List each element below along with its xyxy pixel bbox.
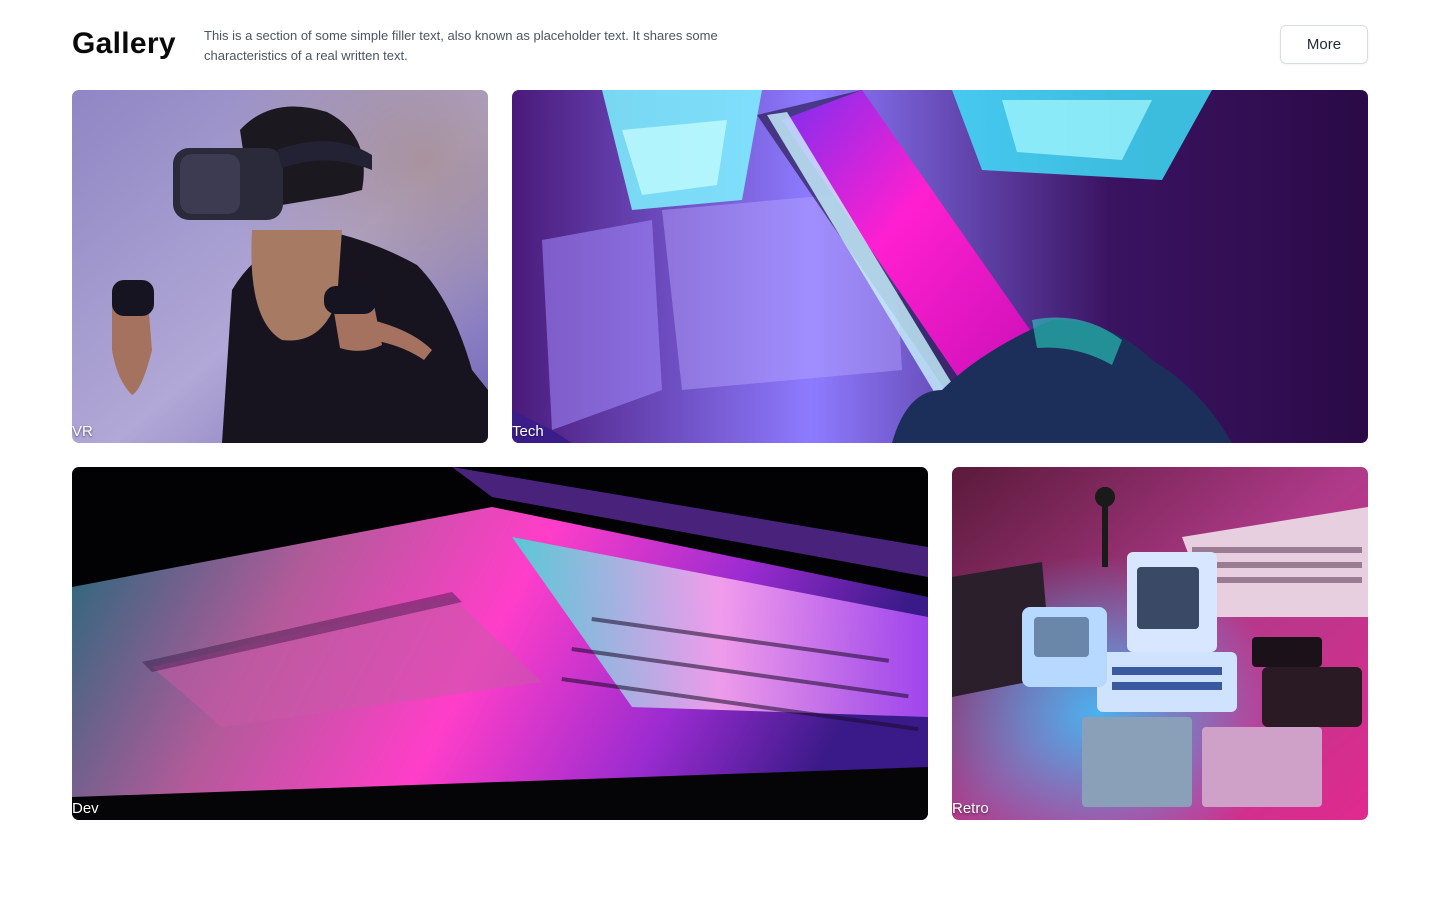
tile-label-dev: Dev <box>72 800 99 817</box>
tech-image <box>512 90 1368 443</box>
tile-label-retro: Retro <box>952 800 989 817</box>
tile-label-tech: Tech <box>512 423 544 440</box>
gallery-header: Gallery This is a section of some simple… <box>72 24 1368 68</box>
gallery-item-dev[interactable]: Dev <box>72 467 928 820</box>
more-button[interactable]: More <box>1280 25 1368 64</box>
page-description: This is a section of some simple filler … <box>204 28 718 63</box>
page-title: Gallery <box>72 27 176 60</box>
vr-image <box>72 90 488 443</box>
tile-label-vr: VR <box>72 423 93 440</box>
gallery-item-vr[interactable]: VR <box>72 90 488 443</box>
retro-image <box>952 467 1368 820</box>
dev-image <box>72 467 928 820</box>
gallery-item-retro[interactable]: Retro <box>952 467 1368 820</box>
gallery-item-tech[interactable]: Tech <box>512 90 1368 443</box>
